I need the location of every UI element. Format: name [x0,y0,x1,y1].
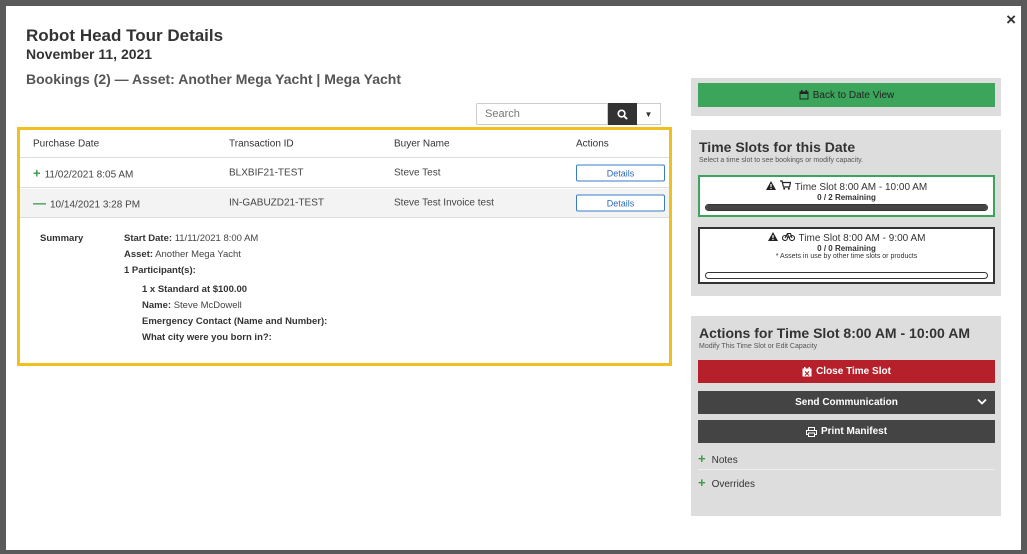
chevron-down-icon [977,397,987,408]
search-group: ▼ [476,103,661,125]
bookings-table: Purchase Date Transaction ID Buyer Name … [17,127,672,366]
actions-subtitle: Modify This Time Slot or Edit Capacity [699,343,818,350]
table-header: Purchase Date Transaction ID Buyer Name … [20,130,669,158]
buyer-name-cell: Steve Test [394,167,441,179]
time-slot-card[interactable]: Time Slot 8:00 AM - 9:00 AM 0 / 0 Remain… [698,227,995,284]
city-line: What city were you born in?: [142,332,272,343]
slot-time: Time Slot 8:00 AM - 9:00 AM [700,232,993,244]
slot-remaining: 0 / 0 Remaining [817,244,876,253]
overrides-expander[interactable]: + Overrides [698,472,995,494]
print-manifest-button[interactable]: Print Manifest [698,420,995,443]
warning-icon [765,181,776,190]
purchase-date-cell: —10/14/2021 3:28 PM [33,195,141,211]
header-transaction-id: Transaction ID [229,138,294,149]
details-button[interactable]: Details [576,164,665,182]
tour-date: November 11, 2021 [26,46,153,62]
buyer-name-cell: Steve Test Invoice test [394,197,494,209]
printer-icon [805,426,817,437]
bicycle-icon [781,232,795,241]
header-actions: Actions [576,138,609,149]
capacity-bar [705,204,988,211]
search-dropdown-button[interactable]: ▼ [637,103,661,125]
search-icon [617,108,628,120]
asset-line: Asset: Another Mega Yacht [124,249,241,260]
time-slots-panel: Time Slots for this Date Select a time s… [691,130,1001,296]
collapse-icon[interactable]: — [33,196,46,211]
expand-icon[interactable]: + [33,166,41,181]
calendar-x-icon [802,366,812,376]
search-input[interactable] [476,103,608,125]
bookings-heading: Bookings (2) — Asset: Another Mega Yacht… [26,71,401,87]
close-time-slot-button[interactable]: Close Time Slot [698,360,995,383]
actions-panel: Actions for Time Slot 8:00 AM - 10:00 AM… [691,316,1001,516]
details-button[interactable]: Details [576,194,665,212]
capacity-bar-fill [706,205,987,210]
back-to-date-view-button[interactable]: Back to Date View [698,83,995,107]
slots-title: Time Slots for this Date [699,139,856,155]
warning-icon [767,232,778,241]
search-button[interactable] [608,103,637,125]
transaction-id-cell: IN-GABUZD21-TEST [229,197,325,209]
page-title: Robot Head Tour Details [26,26,224,45]
close-icon[interactable]: × [1006,11,1016,28]
plus-icon: + [698,451,706,466]
slot-remaining: 0 / 2 Remaining [817,193,876,202]
send-communication-button[interactable]: Send Communication [698,391,995,414]
table-row: +11/02/2021 8:05 AM BLXBIF21-TEST Steve … [20,159,669,188]
table-row: —10/14/2021 3:28 PM IN-GABUZD21-TEST Ste… [20,189,669,218]
back-area: Back to Date View [691,78,1001,116]
name-line: Name: Steve McDowell [142,300,242,311]
ticket-line: 1 x Standard at $100.00 [142,284,248,295]
actions-title: Actions for Time Slot 8:00 AM - 10:00 AM [699,325,970,341]
slots-subtitle: Select a time slot to see bookings or mo… [699,157,864,164]
transaction-id-cell: BLXBIF21-TEST [229,167,304,179]
back-button-label: Back to Date View [812,89,895,101]
capacity-bar [705,272,988,279]
time-slot-card[interactable]: Time Slot 8:00 AM - 10:00 AM 0 / 2 Remai… [698,175,995,217]
right-panel: Back to Date View Time Slots for this Da… [691,78,1001,534]
header-purchase-date: Purchase Date [33,138,100,149]
purchase-date-cell: +11/02/2021 8:05 AM [33,165,134,181]
slot-time: Time Slot 8:00 AM - 10:00 AM [700,180,993,193]
plus-icon: + [698,475,706,490]
cart-icon [779,180,791,190]
caret-down-icon: ▼ [644,109,653,119]
participants-line: 1 Participant(s): [124,265,196,276]
notes-expander[interactable]: + Notes [698,448,995,470]
summary-label: Summary [40,233,84,244]
emergency-line: Emergency Contact (Name and Number): [142,316,328,327]
calendar-icon [799,90,809,100]
tour-details-modal: × Robot Head Tour Details November 11, 2… [6,6,1021,550]
slot-note: * Assets in use by other time slots or p… [775,253,918,260]
start-date-line: Start Date: 11/11/2021 8:00 AM [124,233,259,244]
header-buyer-name: Buyer Name [394,138,450,149]
